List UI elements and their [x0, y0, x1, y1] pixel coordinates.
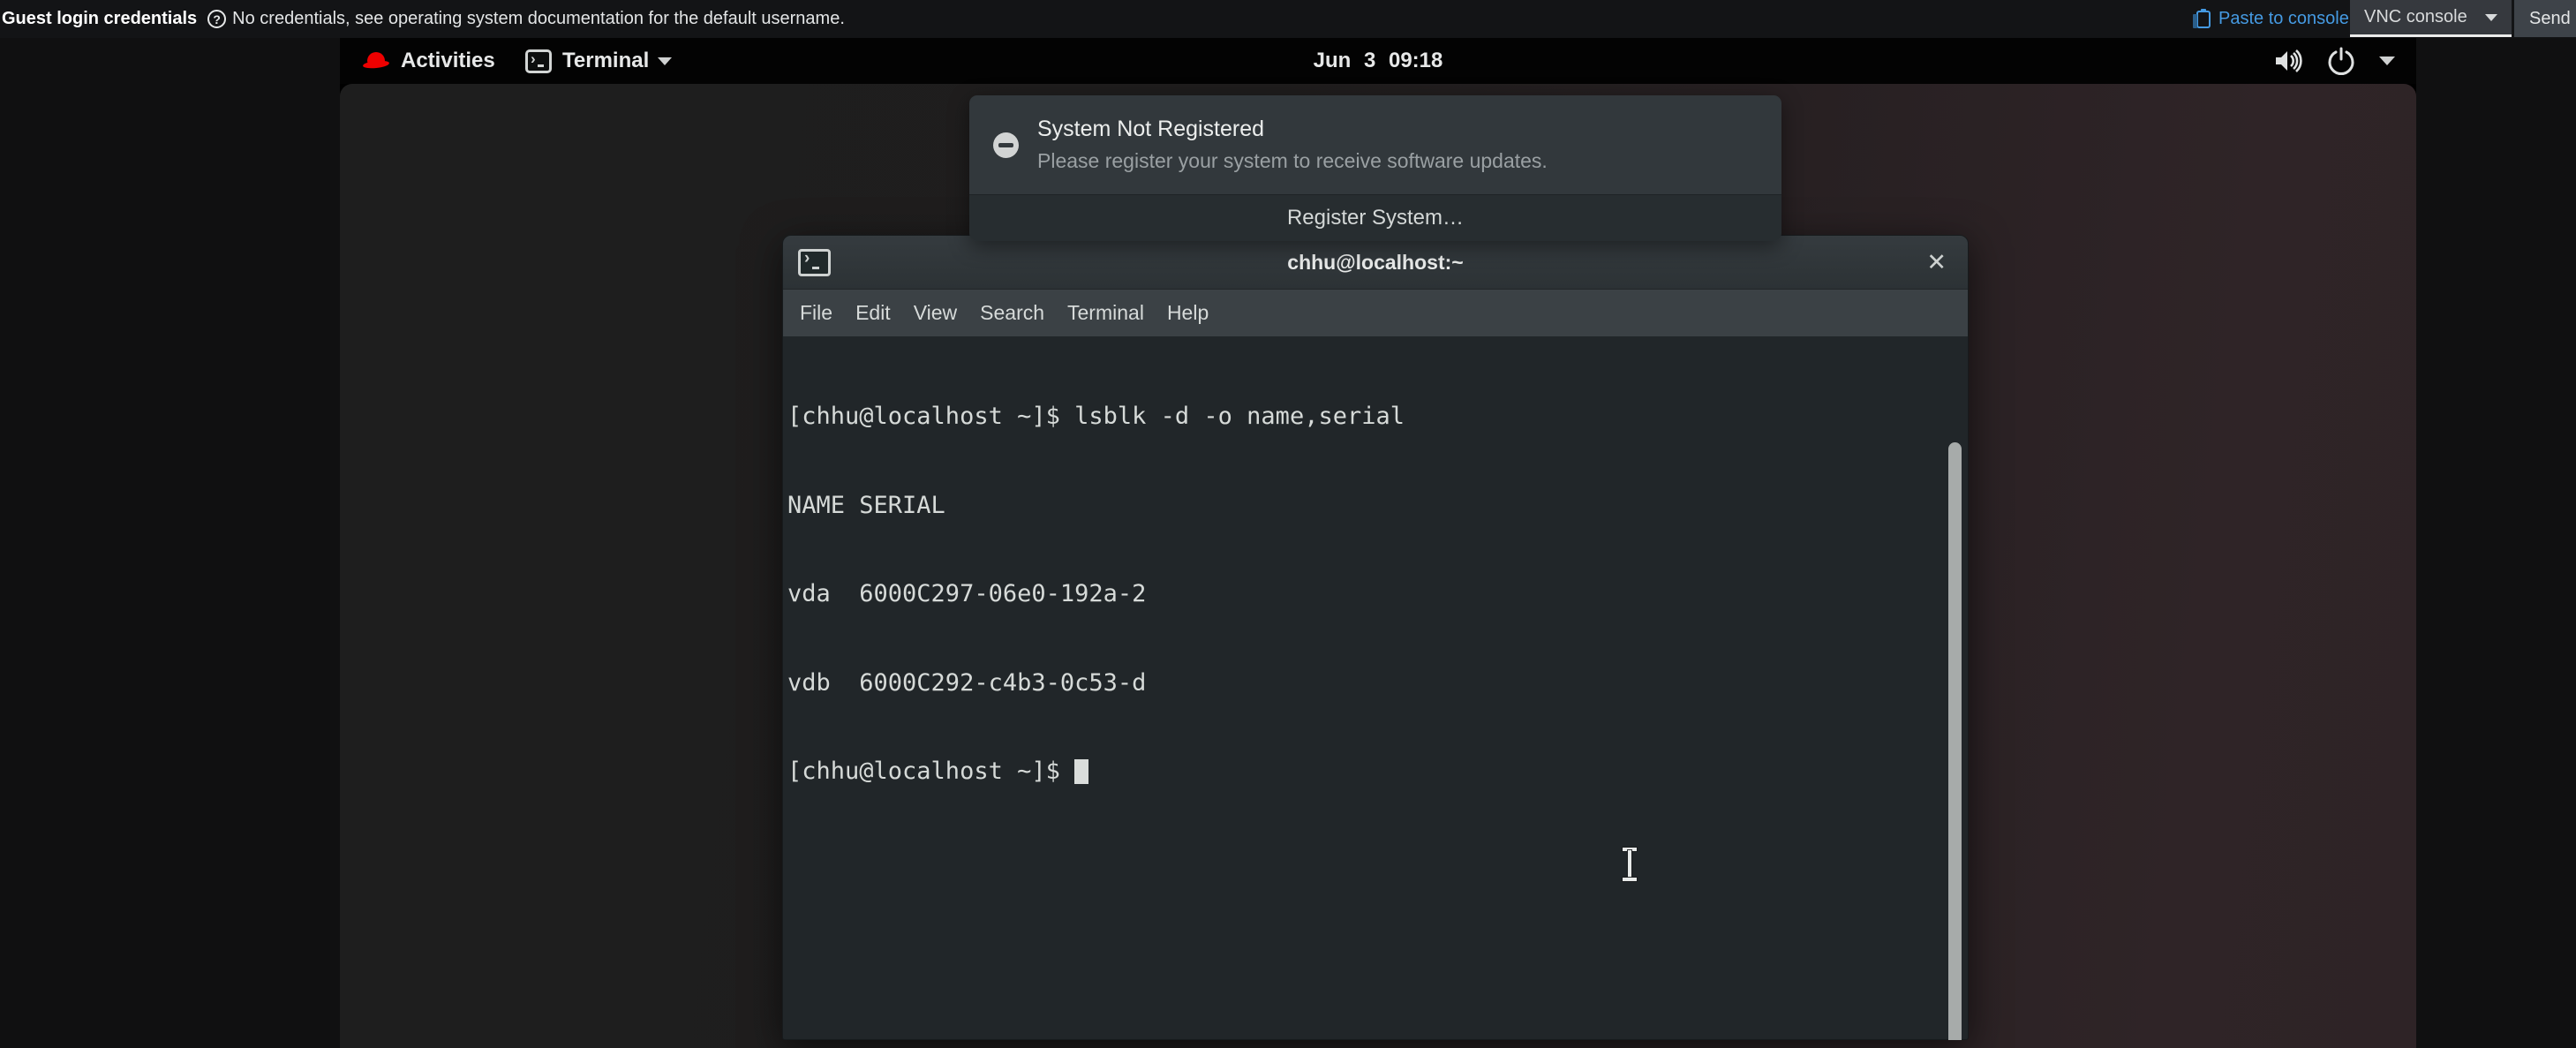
redhat-fedora-icon [363, 51, 389, 71]
terminal-window: chhu@localhost:~ ✕ File Edit View Search… [782, 235, 1969, 1040]
vnc-page: Guest login credentials ? No credentials… [0, 0, 2576, 1048]
app-menu-terminal[interactable]: Terminal [525, 38, 672, 84]
menu-help[interactable]: Help [1156, 290, 1220, 336]
terminal-line: [chhu@localhost ~]$ lsblk -d -o name,ser… [787, 402, 1968, 432]
system-status-area [2250, 38, 2395, 84]
scrollbar-thumb[interactable] [1948, 442, 1962, 1040]
paste-to-console-button[interactable]: Paste to console [2196, 0, 2349, 38]
terminal-line: vdb 6000C292-c4b3-0c53-d [787, 668, 1968, 698]
notification-message: Please register your system to receive s… [1037, 149, 1548, 173]
credentials-help-text: No credentials, see operating system doc… [232, 9, 845, 29]
terminal-titlebar[interactable]: chhu@localhost:~ ✕ [783, 236, 1968, 290]
power-icon[interactable] [2326, 46, 2356, 76]
terminal-cursor [1074, 759, 1088, 784]
terminal-prompt: [chhu@localhost ~]$ [787, 758, 1074, 785]
send-key-button[interactable]: Send key [2514, 0, 2576, 37]
console-type-select[interactable]: VNC console [2350, 0, 2512, 37]
terminal-line: vda 6000C297-06e0-192a-2 [787, 579, 1968, 609]
terminal-output[interactable]: [chhu@localhost ~]$ lsblk -d -o name,ser… [783, 336, 1968, 1040]
console-type-value: VNC console [2364, 7, 2467, 27]
paste-to-console-label: Paste to console [2218, 9, 2349, 29]
menu-search[interactable]: Search [968, 290, 1056, 336]
menu-view[interactable]: View [902, 290, 968, 336]
terminal-icon [798, 249, 831, 276]
chevron-down-icon [658, 57, 672, 65]
activities-button[interactable]: Activities [363, 38, 495, 84]
menu-file[interactable]: File [788, 290, 844, 336]
notification-title: System Not Registered [1037, 117, 1548, 142]
terminal-line: NAME SERIAL [787, 491, 1968, 521]
send-key-label: Send key [2529, 9, 2576, 29]
notification-banner: System Not Registered Please register yo… [969, 95, 1781, 241]
notification-body-area[interactable]: System Not Registered Please register yo… [969, 95, 1781, 194]
terminal-prompt-line: [chhu@localhost ~]$ [787, 757, 1968, 787]
clipboard-icon [2196, 11, 2211, 28]
terminal-menubar: File Edit View Search Terminal Help [783, 290, 1968, 336]
gnome-top-bar: Activities Terminal Jun 3 09:18 [340, 38, 2416, 84]
question-circle-icon[interactable]: ? [207, 10, 226, 28]
app-menu-label: Terminal [562, 49, 649, 73]
close-icon[interactable]: ✕ [1926, 236, 1947, 290]
clock-label[interactable]: Jun 3 09:18 [1314, 49, 1443, 73]
chevron-down-icon[interactable] [2379, 57, 2395, 65]
activities-label: Activities [401, 49, 495, 73]
guest-credentials-label: Guest login credentials [2, 9, 197, 29]
chevron-down-icon [2485, 14, 2497, 21]
window-title: chhu@localhost:~ [783, 251, 1968, 275]
menu-edit[interactable]: Edit [844, 290, 902, 336]
terminal-icon [525, 49, 552, 73]
do-not-disturb-minus-icon [993, 132, 1019, 158]
vnc-header-bar: Guest login credentials ? No credentials… [0, 0, 2576, 38]
volume-icon[interactable] [2273, 46, 2303, 76]
menu-terminal[interactable]: Terminal [1056, 290, 1156, 336]
register-system-button[interactable]: Register System… [969, 194, 1781, 241]
